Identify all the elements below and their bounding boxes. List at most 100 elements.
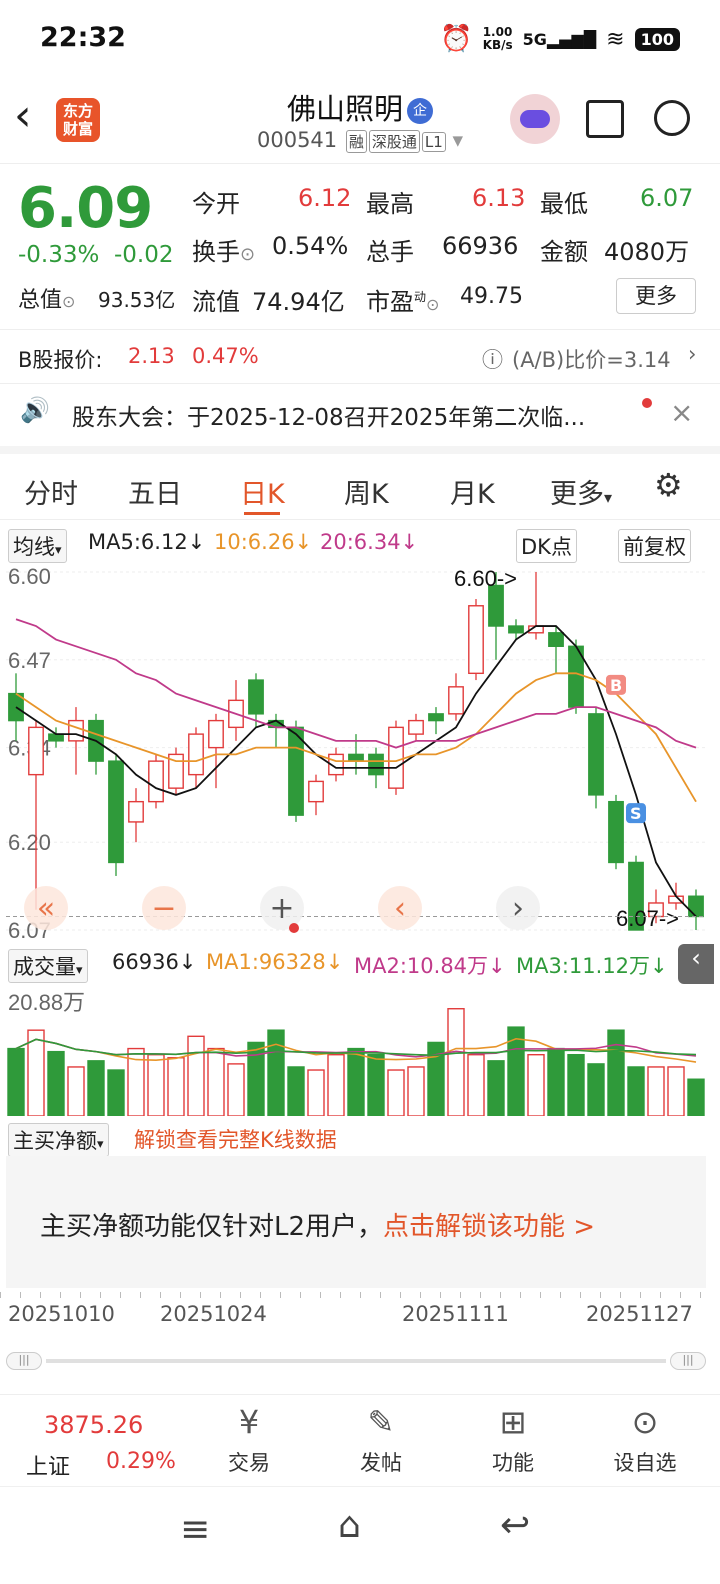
- tab-daily-k[interactable]: 日K: [240, 472, 285, 511]
- candle-body: [248, 679, 264, 715]
- home-icon[interactable]: ⌂: [338, 1505, 361, 1546]
- volume-max-label: 20.88万: [8, 990, 85, 1015]
- tab-more[interactable]: 更多▾: [550, 472, 612, 511]
- candle-body: [148, 760, 164, 803]
- locked-panel: 主买净额功能仅针对L2用户，点击解锁该功能 >: [6, 1156, 706, 1288]
- right-icon[interactable]: ›: [512, 891, 524, 926]
- scroll-handle-left[interactable]: |||: [6, 1352, 42, 1370]
- scroll-handle-right[interactable]: |||: [670, 1352, 706, 1370]
- trade-icon[interactable]: ¥: [204, 1403, 294, 1441]
- float-value: 74.94亿: [252, 288, 345, 316]
- bottom-bar: 3875.26 上证 0.29% ¥ 交易 ✎ 发帖 ⊞ 功能 ⊙ 设自选: [0, 1394, 720, 1486]
- change-amount: -0.02: [114, 242, 174, 268]
- candle-body: [188, 733, 204, 776]
- candle-body: [468, 605, 484, 675]
- turnover-label: 换手⊙: [192, 238, 256, 266]
- tab-intraday[interactable]: 分时: [24, 472, 78, 511]
- tab-five-day[interactable]: 五日: [128, 472, 182, 511]
- assistant-avatar-icon[interactable]: [510, 94, 560, 144]
- nav-watchlist[interactable]: 设自选: [600, 1447, 690, 1477]
- unlock-link[interactable]: 解锁查看完整K线数据: [134, 1124, 337, 1154]
- function-grid-icon[interactable]: ⊞: [468, 1403, 558, 1441]
- chevron-right-icon: ›: [688, 342, 697, 366]
- net-buy-selector[interactable]: 主买净额▾: [8, 1123, 109, 1157]
- index-name: 上证: [26, 1455, 71, 1480]
- more-button[interactable]: 更多: [616, 278, 696, 314]
- volume-bar: [487, 1060, 505, 1116]
- candle-body: [408, 719, 424, 735]
- b-share-row[interactable]: B股报价: 2.13 0.47% ⓘ (A/B)比价=3.14 ›: [0, 330, 720, 384]
- volume-chart[interactable]: 20.88万: [6, 984, 706, 1116]
- volume-bar: [647, 1066, 665, 1116]
- volume-bar: [187, 1035, 205, 1116]
- volume-bar: [467, 1053, 485, 1116]
- stock-code: 000541: [256, 128, 338, 152]
- volume-bar: [47, 1050, 65, 1116]
- date-label: 20251127: [586, 1302, 693, 1326]
- info-icon: ⊙: [62, 292, 76, 311]
- high-label: 最高: [366, 190, 414, 218]
- change-percent: -0.33%: [18, 242, 100, 268]
- y-tick-label: 6.60: [8, 564, 51, 589]
- pe-label: 市盈动⊙: [366, 288, 440, 316]
- candlestick-chart[interactable]: 6.606.476.346.206.076.60->6.07->BS«−+‹›: [6, 562, 706, 942]
- volume-selector[interactable]: 成交量▾: [8, 949, 88, 983]
- back-nav-icon[interactable]: ↩: [500, 1505, 530, 1546]
- candle-body: [308, 780, 324, 803]
- notice-text: 股东大会：于2025-12-08召开2025年第二次临...: [72, 405, 586, 431]
- high-value: 6.13: [472, 184, 526, 212]
- notice-bar[interactable]: 🔊 股东大会：于2025-12-08召开2025年第二次临... ×: [0, 384, 720, 454]
- candle-body: [488, 584, 504, 627]
- more-dots-icon[interactable]: ⊙: [600, 1403, 690, 1441]
- candle-body: [68, 719, 84, 742]
- scroll-track: [46, 1359, 666, 1363]
- double-left-icon[interactable]: «: [37, 891, 55, 926]
- ma10-value: 10:6.26↓: [214, 530, 313, 554]
- nav-function[interactable]: 功能: [468, 1447, 558, 1477]
- ma-legend: 均线▾ MA5:6.12↓ 10:6.26↓ 20:6.34↓ DK点 前复权: [0, 526, 720, 563]
- left-icon[interactable]: ‹: [394, 891, 406, 926]
- turnover-value: 0.54%: [272, 232, 349, 260]
- tab-weekly-k[interactable]: 周K: [344, 472, 389, 511]
- locked-message: 主买净额功能仅针对L2用户，: [40, 1212, 384, 1242]
- tab-monthly-k[interactable]: 月K: [450, 472, 495, 511]
- info-icon: ⊙: [426, 295, 440, 314]
- y-tick-label: 6.20: [8, 830, 51, 855]
- wifi-icon: ≋: [606, 26, 625, 52]
- settings-gear-icon[interactable]: ⚙: [654, 466, 683, 504]
- candle-body: [388, 726, 404, 789]
- info-icon: ⊙: [240, 244, 256, 265]
- volume-bar: [527, 1053, 545, 1116]
- mktcap-value: 93.53亿: [98, 288, 176, 312]
- volume-bar: [627, 1066, 645, 1116]
- candle-body: [588, 713, 604, 796]
- nav-trade[interactable]: 交易: [204, 1447, 294, 1477]
- volume-legend: 成交量▾ 66936↓ MA1:96328↓ MA2:10.84万↓ MA3:1…: [0, 944, 720, 984]
- amount-label: 金额: [540, 238, 588, 266]
- vol-ma3-line: [15, 1038, 697, 1057]
- zoom-out-icon[interactable]: −: [151, 891, 176, 926]
- vol-ma3: MA3:11.12万↓: [516, 954, 668, 978]
- candle-body: [48, 733, 64, 742]
- collapse-icon[interactable]: ‹: [678, 944, 714, 984]
- volume-bar: [7, 1047, 25, 1116]
- chart-scrollbar[interactable]: ||| |||: [6, 1348, 706, 1374]
- nav-post[interactable]: 发帖: [336, 1447, 426, 1477]
- open-value: 6.12: [298, 184, 352, 212]
- menu-icon[interactable]: ≡: [180, 1509, 210, 1550]
- share-icon[interactable]: [586, 100, 624, 138]
- battery-icon: 100: [634, 27, 680, 51]
- candle-body: [608, 800, 624, 864]
- candle-body: [128, 800, 144, 823]
- volume-bar: [667, 1066, 685, 1116]
- dk-button[interactable]: DK点: [516, 529, 577, 563]
- adjust-button[interactable]: 前复权: [618, 529, 691, 563]
- unlock-feature-link[interactable]: 点击解锁该功能 >: [383, 1212, 595, 1242]
- index-value[interactable]: 3875.26: [44, 1411, 143, 1439]
- zoom-in-icon[interactable]: +: [269, 891, 294, 926]
- close-icon[interactable]: ×: [670, 396, 693, 429]
- vol-ma2: MA2:10.84万↓: [354, 954, 506, 978]
- ma-selector[interactable]: 均线▾: [8, 529, 67, 563]
- post-icon[interactable]: ✎: [336, 1403, 426, 1441]
- search-icon[interactable]: [654, 100, 690, 136]
